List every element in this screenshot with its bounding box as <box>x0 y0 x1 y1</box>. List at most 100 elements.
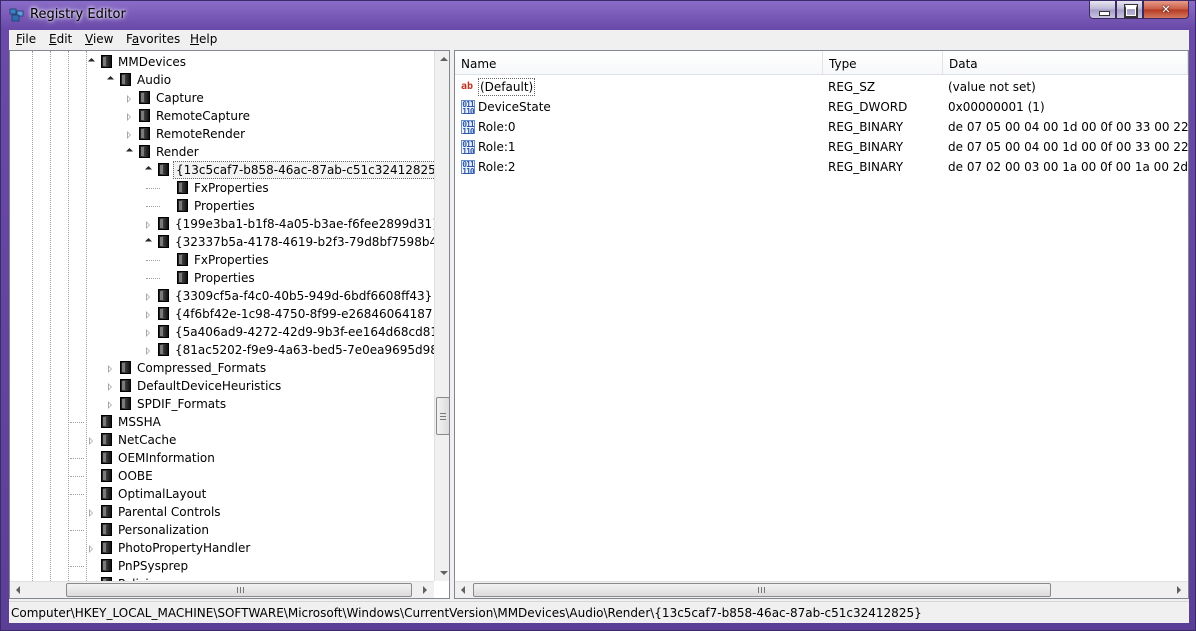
collapse-arrow-icon[interactable] <box>87 57 96 66</box>
value-row[interactable]: ab (Default) REG_SZ (value not set) <box>455 77 1188 97</box>
tree-node-label[interactable]: MSSHA <box>116 413 163 431</box>
column-header-data[interactable]: Data <box>943 51 1188 75</box>
tree-node-label[interactable]: Properties <box>192 197 257 215</box>
tree-node-label[interactable]: SPDIF_Formats <box>135 395 228 413</box>
tree-node[interactable]: Properties <box>10 269 434 287</box>
menu-view[interactable]: View <box>85 32 113 46</box>
title-bar[interactable]: Registry Editor ✕ <box>1 1 1195 30</box>
expand-arrow-icon[interactable] <box>146 311 150 319</box>
collapse-arrow-icon[interactable] <box>144 165 153 174</box>
expand-arrow-icon[interactable] <box>146 329 150 337</box>
menu-edit[interactable]: Edit <box>49 32 72 46</box>
value-row[interactable]: 011 110 Role:2 REG_BINARY de 07 02 00 03 00… <box>455 157 1188 177</box>
collapse-arrow-icon[interactable] <box>106 75 115 84</box>
scroll-left-button[interactable] <box>10 582 27 598</box>
tree-node[interactable]: PnPSysprep <box>10 557 434 575</box>
value-row[interactable]: 011 110 DeviceState REG_DWORD 0x00000001 (1… <box>455 97 1188 117</box>
tree-node[interactable]: {3309cf5a-f4c0-40b5-949d-6bdf6608ff43} <box>10 287 434 305</box>
tree-node[interactable]: MSSHA <box>10 413 434 431</box>
scroll-down-button[interactable] <box>435 564 449 581</box>
tree-node[interactable]: Audio <box>10 71 434 89</box>
tree-node[interactable]: OptimalLayout <box>10 485 434 503</box>
menu-favorites[interactable]: Favorites <box>126 32 180 46</box>
tree-node[interactable]: {32337b5a-4178-4619-b2f3-79d8bf7598b4} <box>10 233 434 251</box>
scroll-left-button[interactable] <box>455 582 472 598</box>
tree-node-label[interactable]: {3309cf5a-f4c0-40b5-949d-6bdf6608ff43} <box>173 287 434 305</box>
value-row[interactable]: 011 110 Role:0 REG_BINARY de 07 05 00 04 00… <box>455 117 1188 137</box>
collapse-arrow-icon[interactable] <box>144 237 153 246</box>
tree-horizontal-scroll-thumb[interactable] <box>66 583 412 597</box>
tree-node[interactable]: FxProperties <box>10 251 434 269</box>
scroll-up-button[interactable] <box>435 51 449 68</box>
minimize-button[interactable] <box>1089 1 1116 19</box>
expand-arrow-icon[interactable] <box>89 437 93 445</box>
tree-node[interactable]: MMDevices <box>10 53 434 71</box>
expand-arrow-icon[interactable] <box>127 113 131 121</box>
tree-node[interactable]: OEMInformation <box>10 449 434 467</box>
expand-arrow-icon[interactable] <box>127 95 131 103</box>
tree-node-label[interactable]: Personalization <box>116 521 211 539</box>
expand-arrow-icon[interactable] <box>127 131 131 139</box>
tree-node-label[interactable]: Properties <box>192 269 257 287</box>
tree-node[interactable]: RemoteRender <box>10 125 434 143</box>
tree-node[interactable]: {81ac5202-f9e9-4a63-bed5-7e0ea9695d98} <box>10 341 434 359</box>
tree-node[interactable]: {4f6bf42e-1c98-4750-8f99-e26846064187} <box>10 305 434 323</box>
tree-node[interactable]: NetCache <box>10 431 434 449</box>
tree-node-label[interactable]: OptimalLayout <box>116 485 208 503</box>
tree-node-label[interactable]: DefaultDeviceHeuristics <box>135 377 283 395</box>
close-button[interactable]: ✕ <box>1143 1 1189 19</box>
expand-arrow-icon[interactable] <box>89 545 93 553</box>
tree-node[interactable]: Parental Controls <box>10 503 434 521</box>
tree-node[interactable]: Compressed_Formats <box>10 359 434 377</box>
tree-node[interactable]: Personalization <box>10 521 434 539</box>
list-horizontal-scroll-thumb[interactable] <box>473 583 1051 597</box>
expand-arrow-icon[interactable] <box>108 365 112 373</box>
tree-node-label[interactable]: FxProperties <box>192 179 271 197</box>
collapse-arrow-icon[interactable] <box>125 147 134 156</box>
tree-vertical-scroll-thumb[interactable] <box>436 397 449 435</box>
tree-node[interactable]: FxProperties <box>10 179 434 197</box>
tree-node[interactable]: {13c5caf7-b858-46ac-87ab-c51c32412825} <box>10 161 434 179</box>
list-horizontal-scrollbar[interactable] <box>455 581 1188 598</box>
tree-node-label[interactable]: RemoteCapture <box>154 107 252 125</box>
tree-node-label[interactable]: Parental Controls <box>116 503 223 521</box>
tree-node[interactable]: RemoteCapture <box>10 107 434 125</box>
tree-node[interactable]: {199e3ba1-b1f8-4a05-b3ae-f6fee2899d31} <box>10 215 434 233</box>
tree-node-label[interactable]: PnPSysprep <box>116 557 190 575</box>
tree-node-label[interactable]: NetCache <box>116 431 178 449</box>
tree-node-label[interactable]: {5a406ad9-4272-42d9-9b3f-ee164d68cd81} <box>173 323 434 341</box>
expand-arrow-icon[interactable] <box>146 347 150 355</box>
tree-node-label[interactable]: OOBE <box>116 467 155 485</box>
tree-node[interactable]: DefaultDeviceHeuristics <box>10 377 434 395</box>
tree-node[interactable]: Capture <box>10 89 434 107</box>
tree-node-label[interactable]: MMDevices <box>116 53 188 71</box>
tree-horizontal-scrollbar[interactable] <box>10 581 434 598</box>
tree-node-label[interactable]: OEMInformation <box>116 449 217 467</box>
tree-node-label[interactable]: {199e3ba1-b1f8-4a05-b3ae-f6fee2899d31} <box>173 215 434 233</box>
tree-node-label[interactable]: Render <box>154 143 201 161</box>
tree-node[interactable]: Render <box>10 143 434 161</box>
tree-node-label[interactable]: Compressed_Formats <box>135 359 268 377</box>
tree-node[interactable]: SPDIF_Formats <box>10 395 434 413</box>
scroll-right-button[interactable] <box>1171 582 1188 598</box>
expand-arrow-icon[interactable] <box>108 383 112 391</box>
column-header-type[interactable]: Type <box>823 51 943 75</box>
column-header-name[interactable]: Name <box>455 51 823 75</box>
tree-node[interactable]: Properties <box>10 197 434 215</box>
maximize-button[interactable] <box>1116 1 1143 19</box>
tree-node-label[interactable]: Capture <box>154 89 206 107</box>
tree-node-label[interactable]: {4f6bf42e-1c98-4750-8f99-e26846064187} <box>173 305 434 323</box>
tree-vertical-scrollbar[interactable] <box>434 51 449 581</box>
tree-node-label[interactable]: {32337b5a-4178-4619-b2f3-79d8bf7598b4} <box>173 233 434 251</box>
key-tree-pane[interactable]: MMDevices Audio Capture RemoteCapture Remote… <box>9 50 450 599</box>
expand-arrow-icon[interactable] <box>108 401 112 409</box>
values-list-pane[interactable]: Name Type Data ab (Default) REG_SZ (value n… <box>454 50 1189 599</box>
tree-node-label[interactable]: {81ac5202-f9e9-4a63-bed5-7e0ea9695d98} <box>173 341 434 359</box>
tree-node-label[interactable]: PhotoPropertyHandler <box>116 539 252 557</box>
expand-arrow-icon[interactable] <box>146 221 150 229</box>
tree-node-label[interactable]: FxProperties <box>192 251 271 269</box>
tree-node[interactable]: {5a406ad9-4272-42d9-9b3f-ee164d68cd81} <box>10 323 434 341</box>
tree-node-label[interactable]: RemoteRender <box>154 125 247 143</box>
menu-help[interactable]: Help <box>190 32 217 46</box>
expand-arrow-icon[interactable] <box>89 509 93 517</box>
